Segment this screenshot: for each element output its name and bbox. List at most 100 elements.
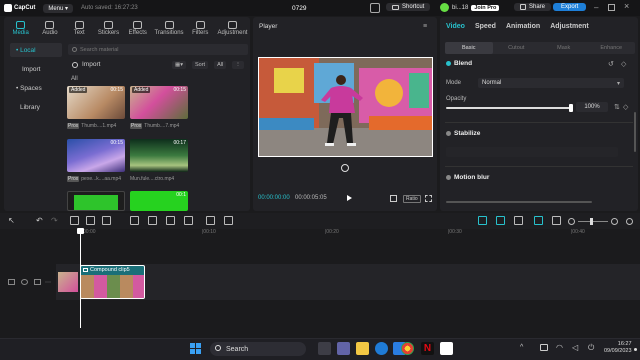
more-icon[interactable]: ⋮ (232, 61, 244, 69)
mirror-icon[interactable] (184, 216, 193, 225)
sidebar-item-local[interactable]: • Local (10, 43, 62, 57)
export-button[interactable]: Export (553, 3, 587, 11)
subtab-mask[interactable]: Mask (540, 42, 588, 54)
track-lock-icon[interactable] (8, 279, 15, 285)
power-icon[interactable]: ⏻ (588, 343, 594, 353)
reset-icon[interactable]: ↺ (608, 60, 614, 68)
tab-audio[interactable]: Audio (35, 17, 64, 39)
motion-blur-toggle[interactable] (446, 175, 451, 180)
subtab-cutout[interactable]: Cutout (493, 42, 541, 54)
stabilize-level-select[interactable] (446, 147, 618, 157)
media-item[interactable]: Added 00:15 (67, 86, 125, 119)
file-explorer-icon[interactable] (356, 342, 369, 355)
teams-icon[interactable] (337, 342, 350, 355)
compound-clip[interactable]: Compound clip5 (80, 265, 145, 299)
tab-media[interactable]: Media (6, 17, 35, 39)
show-hidden-icons-icon[interactable]: ^ (520, 344, 523, 351)
layout-icon[interactable] (370, 3, 380, 13)
auto-snapping-icon[interactable] (496, 216, 505, 225)
opacity-slider-handle[interactable] (569, 104, 573, 112)
filter-all-button[interactable]: All (214, 61, 227, 69)
keyframe-icon[interactable]: ◇ (621, 60, 626, 68)
project-title[interactable]: 0729 (292, 5, 306, 12)
volume-icon[interactable]: ◁ (572, 343, 578, 352)
sidebar-item-library[interactable]: Library (10, 100, 62, 114)
sidebar-item-spaces[interactable]: • Spaces (10, 81, 62, 95)
user-account[interactable]: bi...18 Join Pro (440, 3, 500, 12)
menu-button[interactable]: Menu ▾ (43, 3, 74, 13)
split-left-icon[interactable] (86, 216, 95, 225)
menu-icon[interactable]: ≡ (423, 23, 427, 30)
maximize-icon[interactable] (608, 4, 615, 11)
tab-effects[interactable]: Effects (123, 17, 152, 39)
view-toggle-icon[interactable]: ▦▾ (172, 61, 186, 69)
ratio-button[interactable]: Ratio (403, 195, 421, 203)
video-preview[interactable] (258, 57, 433, 157)
battery-icon[interactable] (540, 344, 548, 351)
rotate-icon[interactable] (206, 216, 215, 225)
timeline-ruler[interactable] (0, 229, 640, 239)
track-more-icon[interactable]: ⋯ (45, 279, 51, 286)
subtab-basic[interactable]: Basic (445, 42, 493, 54)
notification-icon[interactable] (634, 348, 637, 351)
tab-video[interactable]: Video (446, 23, 465, 30)
rotate-handle-icon[interactable] (341, 164, 349, 172)
subtab-enhance[interactable]: Enhance (588, 42, 636, 54)
media-item[interactable]: 00:17 (130, 139, 188, 172)
freeze-icon[interactable] (148, 216, 157, 225)
opacity-value[interactable]: 100% (576, 102, 608, 112)
media-item[interactable]: Added 00:15 (130, 86, 188, 119)
track-hide-icon[interactable] (21, 279, 28, 285)
tab-stickers[interactable]: Stickers (94, 17, 123, 39)
taskbar-search[interactable]: Search (210, 342, 306, 356)
minimize-icon[interactable]: – (594, 3, 598, 12)
fit-timeline-icon[interactable] (626, 218, 633, 225)
playhead[interactable] (80, 228, 81, 328)
motion-blur-section[interactable]: Motion blur (446, 174, 489, 181)
main-track-magnet-icon[interactable] (478, 216, 487, 225)
chrome-icon[interactable] (401, 342, 414, 355)
stepper-icon[interactable]: ⇅ (614, 103, 620, 111)
media-item[interactable] (67, 191, 125, 211)
sort-button[interactable]: Sort (191, 61, 209, 69)
blend-section[interactable]: Blend (446, 60, 472, 67)
windows-start-icon[interactable] (190, 343, 201, 354)
clock[interactable]: 16:27 09/09/2023 (604, 341, 632, 355)
tab-speed[interactable]: Speed (475, 23, 496, 30)
tab-adjustment-props[interactable]: Adjustment (550, 23, 589, 30)
zoom-slider[interactable] (578, 221, 608, 222)
opacity-slider[interactable] (446, 107, 572, 109)
linkage-icon[interactable] (514, 216, 523, 225)
tab-transitions[interactable]: Transitions (152, 17, 185, 39)
zoom-in-icon[interactable] (611, 218, 618, 225)
wifi-icon[interactable]: ◠ (556, 343, 563, 352)
close-icon[interactable]: × (624, 1, 629, 11)
stabilize-toggle[interactable] (446, 131, 451, 136)
search-input[interactable]: Search material (68, 44, 248, 55)
zoom-out-icon[interactable] (568, 218, 575, 225)
crop-icon[interactable] (390, 195, 397, 202)
stabilize-section[interactable]: Stabilize (446, 130, 480, 137)
redo-icon[interactable]: ↷ (51, 216, 58, 225)
track-mute-icon[interactable] (34, 279, 41, 285)
split-icon[interactable] (70, 216, 79, 225)
media-item[interactable]: 00:1 (130, 191, 188, 211)
preview-axis-icon[interactable] (534, 216, 543, 225)
tab-filters[interactable]: Filters (186, 17, 215, 39)
select-tool-icon[interactable]: ↖ (8, 216, 15, 225)
tab-text[interactable]: Text (65, 17, 94, 39)
import-button[interactable]: Import (72, 61, 100, 68)
edge-icon[interactable] (375, 342, 388, 355)
media-item[interactable]: 00:15 (67, 139, 125, 172)
join-pro-button[interactable]: Join Pro (471, 4, 500, 11)
split-right-icon[interactable] (102, 216, 111, 225)
play-icon[interactable] (347, 195, 352, 201)
netflix-icon[interactable]: N (421, 342, 434, 355)
mode-select[interactable]: Normal ▾ (478, 78, 624, 88)
motion-blur-slider[interactable] (446, 201, 592, 203)
capcut-taskbar-icon[interactable] (440, 342, 453, 355)
reverse-icon[interactable] (166, 216, 175, 225)
scrollbar[interactable] (634, 112, 636, 152)
blend-toggle[interactable] (446, 61, 451, 66)
zoom-slider-handle[interactable] (590, 218, 593, 225)
